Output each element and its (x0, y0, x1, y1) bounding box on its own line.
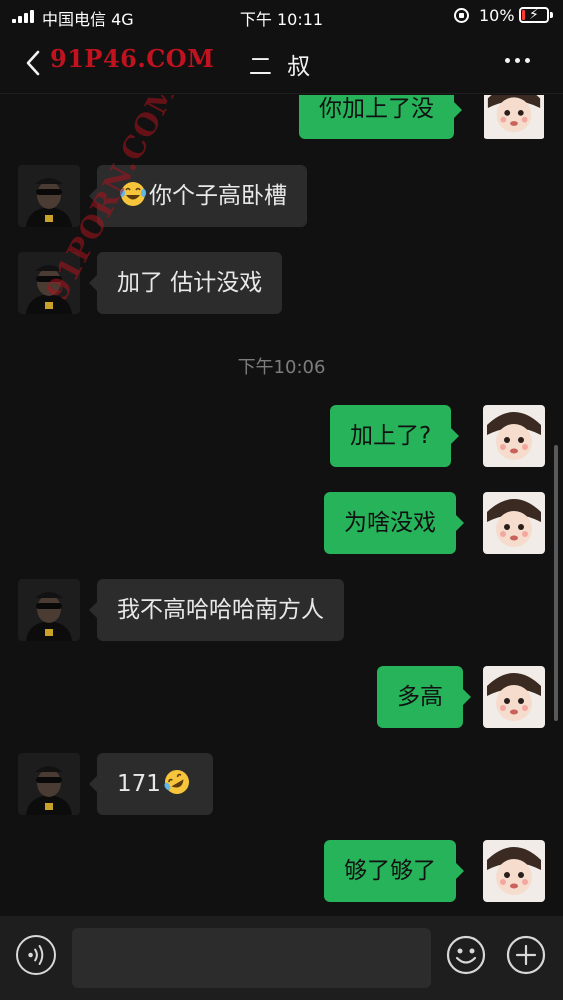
message-bubble-incoming[interactable]: 171 (89, 753, 213, 815)
message-bubble-outgoing[interactable]: 加上了? (330, 405, 460, 467)
message-bubble-incoming[interactable]: 加了 估计没戏 (88, 252, 283, 314)
scrollbar[interactable] (554, 445, 558, 721)
message-text: 多高 (397, 684, 443, 710)
status-bar: 中国电信 4G 下午 10:11 10% ⚡ (0, 0, 563, 32)
battery-cap (550, 12, 553, 18)
message-text: 加了 估计没戏 (117, 270, 263, 296)
contact-avatar[interactable] (18, 579, 80, 641)
message-text: 为啥没戏 (344, 510, 436, 536)
message-bubble-incoming[interactable]: 我不高哈哈哈南方人 (89, 579, 344, 641)
message-text: 171 (117, 771, 161, 797)
contact-avatar[interactable] (18, 165, 80, 227)
rolling-laughing-emoji (164, 770, 189, 794)
message-text: 你个子高卧槽 (149, 183, 287, 209)
chat-header: 91P46.COM 二 叔 (0, 32, 563, 94)
message-bubble-outgoing[interactable]: 够了够了 (324, 840, 464, 902)
user-avatar[interactable] (483, 840, 545, 902)
message-list[interactable]: 你加上了没 你个子高卧槽 加了 估计没戏 下午10:06 加上了? 为啥没戏 我… (0, 95, 563, 915)
chat-title: 二 叔 (248, 54, 315, 80)
plus-icon[interactable] (506, 935, 546, 975)
battery-percentage: 10% (479, 6, 515, 25)
charging-bolt-icon: ⚡ (529, 7, 539, 23)
message-bubble-outgoing[interactable]: 为啥没戏 (324, 492, 464, 554)
user-avatar[interactable] (483, 95, 545, 139)
message-text: 够了够了 (344, 858, 436, 884)
user-avatar[interactable] (483, 492, 545, 554)
user-avatar[interactable] (483, 405, 545, 467)
message-text: 你加上了没 (319, 96, 434, 122)
message-timestamp: 下午10:06 (237, 357, 326, 378)
battery-icon: ⚡ (519, 7, 549, 23)
ellipsis-icon[interactable] (505, 58, 530, 63)
message-text: 我不高哈哈哈南方人 (117, 597, 324, 623)
contact-avatar[interactable] (18, 753, 80, 815)
voice-icon[interactable] (16, 935, 56, 975)
rotation-lock-icon (454, 8, 469, 23)
message-text: 加上了? (350, 423, 432, 449)
smiley-icon[interactable] (446, 935, 486, 975)
user-avatar[interactable] (483, 666, 545, 728)
message-bubble-outgoing[interactable]: 多高 (377, 666, 471, 728)
message-bubble-outgoing[interactable]: 你加上了没 (299, 95, 462, 139)
message-input[interactable] (72, 928, 431, 988)
input-bar (0, 916, 563, 1000)
